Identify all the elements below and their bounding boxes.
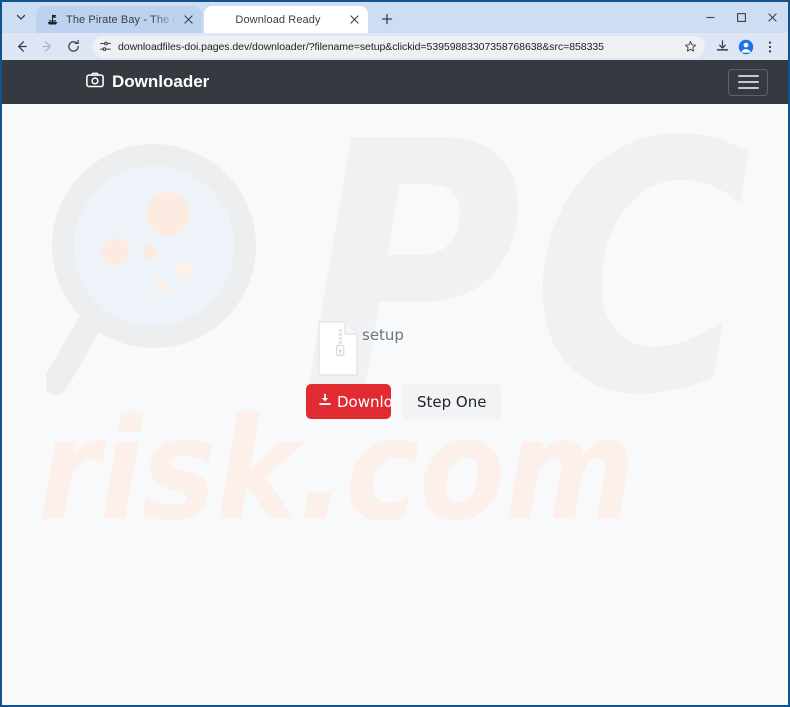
three-dot-menu-icon[interactable] xyxy=(758,35,782,59)
browser-toolbar: downloadfiles-doi.pages.dev/downloader/?… xyxy=(2,33,788,60)
window-controls xyxy=(695,2,788,33)
minimize-icon[interactable] xyxy=(695,2,726,33)
forward-arrow-icon[interactable] xyxy=(34,34,60,60)
tab-close-icon[interactable] xyxy=(346,12,362,28)
tab-search-chevron-down-icon[interactable] xyxy=(8,4,34,30)
pirate-ship-icon xyxy=(45,13,59,27)
download-icon xyxy=(318,393,332,411)
browser-tab-pirate-bay[interactable]: The Pirate Bay - The galaxy's m xyxy=(36,6,202,33)
site-header: Downloader xyxy=(2,60,788,104)
browser-chrome: The Pirate Bay - The galaxy's m Download… xyxy=(2,2,788,60)
tune-icon[interactable] xyxy=(96,38,114,56)
downloads-button[interactable] xyxy=(710,35,734,59)
tab-close-icon[interactable] xyxy=(180,12,196,28)
file-row: setup xyxy=(318,321,501,379)
action-button-row: Download Step One xyxy=(306,384,502,419)
hamburger-bar xyxy=(737,75,759,77)
back-arrow-icon[interactable] xyxy=(8,34,34,60)
address-bar[interactable]: downloadfiles-doi.pages.dev/downloader/?… xyxy=(92,35,705,58)
camera-icon xyxy=(86,71,104,94)
reload-icon[interactable] xyxy=(60,34,86,60)
zip-file-icon[interactable] xyxy=(318,321,358,376)
close-icon[interactable] xyxy=(757,2,788,33)
browser-tab-download-ready[interactable]: Download Ready xyxy=(204,6,368,33)
new-tab-button[interactable] xyxy=(374,6,400,32)
profile-avatar-icon[interactable] xyxy=(734,35,758,59)
hamburger-menu-icon[interactable] xyxy=(728,68,768,96)
brand-label: Downloader xyxy=(112,72,210,91)
tab-strip: The Pirate Bay - The galaxy's m Download… xyxy=(2,2,788,33)
url-text: downloadfiles-doi.pages.dev/downloader/?… xyxy=(118,40,604,53)
watermark-domain: risk.com xyxy=(38,387,636,553)
download-button-label: Download xyxy=(337,392,391,411)
download-block: setup Download S xyxy=(306,321,502,419)
hamburger-bar xyxy=(737,87,759,89)
tab-title: Download Ready xyxy=(235,13,321,26)
magnifying-glass-icon xyxy=(43,142,276,412)
step-one-button[interactable]: Step One xyxy=(402,384,502,419)
step-one-button-label: Step One xyxy=(417,392,487,411)
download-button[interactable]: Download xyxy=(306,384,391,419)
hamburger-bar xyxy=(737,81,759,83)
browser-window-screenshot: The Pirate Bay - The galaxy's m Download… xyxy=(0,0,790,707)
page-content: PC risk.com setup Downl Step One xyxy=(2,104,788,705)
brand-link[interactable]: Downloader xyxy=(86,71,209,94)
page-viewport: Downloader PC risk.com setup Downl Step … xyxy=(2,60,788,705)
file-name-label: setup xyxy=(362,326,404,344)
maximize-icon[interactable] xyxy=(726,2,757,33)
tab-title: The Pirate Bay - The galaxy's m xyxy=(66,13,177,26)
bookmark-star-icon[interactable] xyxy=(681,38,699,56)
